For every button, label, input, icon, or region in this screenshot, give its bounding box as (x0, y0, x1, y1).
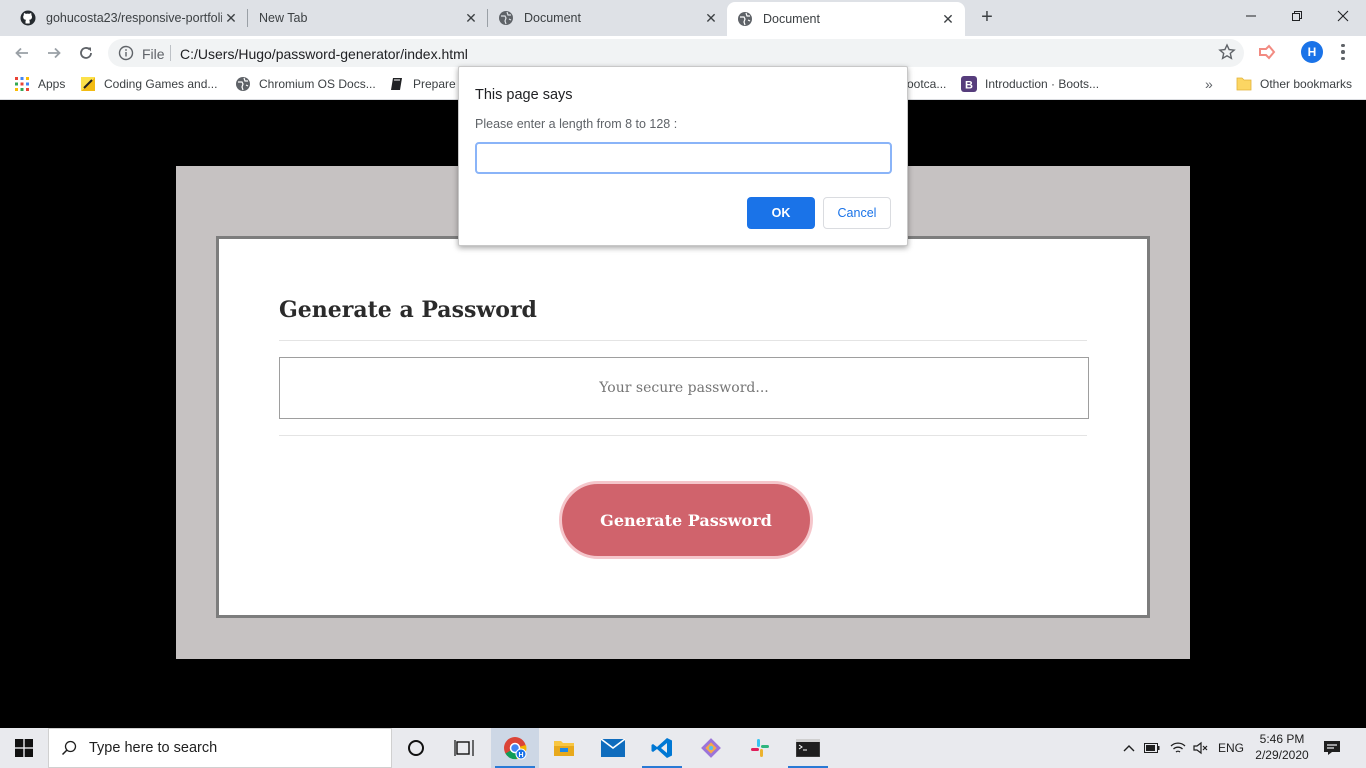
tab-title: Document (763, 12, 820, 26)
forward-icon[interactable] (41, 40, 67, 66)
github-icon (20, 10, 36, 26)
clock-date: 2/29/2020 (1255, 748, 1309, 762)
reload-icon[interactable] (73, 40, 99, 66)
bookmark-label: Prepare f (413, 77, 463, 91)
bookmark-label: Coding Games and... (104, 77, 218, 91)
folder-icon (1236, 76, 1252, 92)
scheme-label: File (142, 46, 165, 62)
bookmark-label: Other bookmarks (1260, 77, 1353, 91)
bootstrap-icon: B (961, 76, 977, 92)
bookmark-bootstrap[interactable]: B Introduction · Boots... (961, 75, 1099, 93)
dialog-title: This page says (475, 87, 573, 103)
close-icon[interactable]: ✕ (222, 9, 240, 27)
password-output[interactable]: Your secure password... (279, 357, 1089, 419)
file-explorer-icon[interactable] (540, 728, 588, 768)
extension-icon[interactable] (1258, 43, 1276, 61)
battery-icon[interactable] (1142, 728, 1162, 768)
codingame-icon (80, 76, 96, 92)
search-placeholder: Type here to search (89, 740, 218, 756)
profile-avatar[interactable]: H (1301, 41, 1323, 63)
volume-muted-icon[interactable] (1190, 728, 1212, 768)
minimize-icon[interactable] (1228, 0, 1274, 32)
bookmark-prepare[interactable]: Prepare f (389, 75, 462, 93)
back-icon[interactable] (9, 40, 35, 66)
terminal-icon[interactable] (784, 728, 832, 768)
bookmark-chromium-os-docs[interactable]: Chromium OS Docs... (235, 75, 376, 93)
bookmarks-overflow-button[interactable]: » (1205, 75, 1213, 93)
globe-icon (737, 11, 753, 27)
bookmark-label: Apps (38, 77, 66, 91)
tab-strip: gohucosta23/responsive-portfoli ✕ New Ta… (0, 0, 1366, 36)
ok-button[interactable]: OK (747, 197, 815, 229)
wifi-icon[interactable] (1167, 728, 1189, 768)
bookmark-label: ootca... (907, 77, 947, 91)
close-icon[interactable]: ✕ (939, 10, 957, 28)
svg-text:H: H (518, 752, 523, 759)
close-icon[interactable]: ✕ (462, 9, 480, 27)
mail-icon[interactable] (589, 728, 637, 768)
bookmark-label: Introduction · Boots... (985, 77, 1100, 91)
git-client-icon[interactable] (687, 728, 735, 768)
info-icon[interactable] (118, 45, 134, 61)
password-card: Generate a Password Your secure password… (216, 236, 1150, 618)
svg-text:B: B (965, 80, 973, 92)
kebab-menu-icon[interactable] (1338, 42, 1348, 62)
bookmark-bootcamp[interactable]: ootca... (907, 75, 946, 93)
windows-start-icon[interactable] (0, 728, 48, 768)
close-icon[interactable]: ✕ (702, 9, 720, 27)
generate-password-button[interactable]: Generate Password (559, 481, 813, 559)
tab-document-1[interactable]: Document ✕ (488, 0, 728, 36)
tab-new-tab[interactable]: New Tab ✕ (248, 0, 488, 36)
divider (279, 340, 1087, 341)
bookmark-apps[interactable]: Apps (14, 75, 65, 93)
clock[interactable]: 5:46 PM 2/29/2020 (1252, 731, 1312, 763)
slack-icon[interactable] (736, 728, 784, 768)
tab-document-2[interactable]: Document ✕ (727, 2, 965, 36)
divider (279, 435, 1087, 436)
new-tab-button[interactable]: + (976, 7, 998, 29)
globe-icon (498, 10, 514, 26)
page-title: Generate a Password (279, 297, 537, 323)
tab-title: gohucosta23/responsive-portfoli (46, 11, 222, 25)
taskbar-search[interactable]: Type here to search (48, 728, 392, 768)
globe-icon (235, 76, 251, 92)
vscode-icon[interactable] (638, 728, 686, 768)
omnibox-divider (170, 45, 171, 61)
bookmark-other-bookmarks[interactable]: Other bookmarks (1236, 75, 1352, 93)
dialog-message: Please enter a length from 8 to 128 : (475, 117, 678, 131)
bookmark-coding-games[interactable]: Coding Games and... (80, 75, 217, 93)
tab-title: Document (524, 11, 581, 25)
restore-icon[interactable] (1274, 0, 1320, 32)
chevron-up-icon[interactable] (1119, 728, 1139, 768)
bookmark-star-icon[interactable] (1218, 43, 1236, 61)
language-indicator[interactable]: ENG (1214, 728, 1248, 768)
browser-toolbar: File C:/Users/Hugo/password-generator/in… (0, 36, 1366, 69)
window-close-icon[interactable] (1320, 0, 1366, 32)
address-bar[interactable]: File C:/Users/Hugo/password-generator/in… (108, 39, 1244, 67)
cortana-icon[interactable] (392, 728, 440, 768)
task-view-icon[interactable] (440, 728, 488, 768)
length-input[interactable] (475, 142, 892, 174)
cancel-button[interactable]: Cancel (823, 197, 891, 229)
prompt-dialog: This page says Please enter a length fro… (458, 66, 908, 246)
tab-title: New Tab (259, 11, 308, 25)
clock-time: 5:46 PM (1259, 732, 1305, 746)
notification-icon[interactable] (1320, 736, 1344, 760)
search-icon (49, 740, 89, 756)
apps-grid-icon (14, 76, 30, 92)
url-text[interactable]: C:/Users/Hugo/password-generator/index.h… (180, 46, 468, 62)
tab-github[interactable]: gohucosta23/responsive-portfoli ✕ (0, 0, 248, 36)
taskbar: Type here to search H ENG 5:46 PM 2/29/2… (0, 728, 1366, 768)
book-icon (389, 76, 405, 92)
bookmark-label: Chromium OS Docs... (259, 77, 376, 91)
chrome-taskbar-icon[interactable]: H (491, 728, 539, 768)
